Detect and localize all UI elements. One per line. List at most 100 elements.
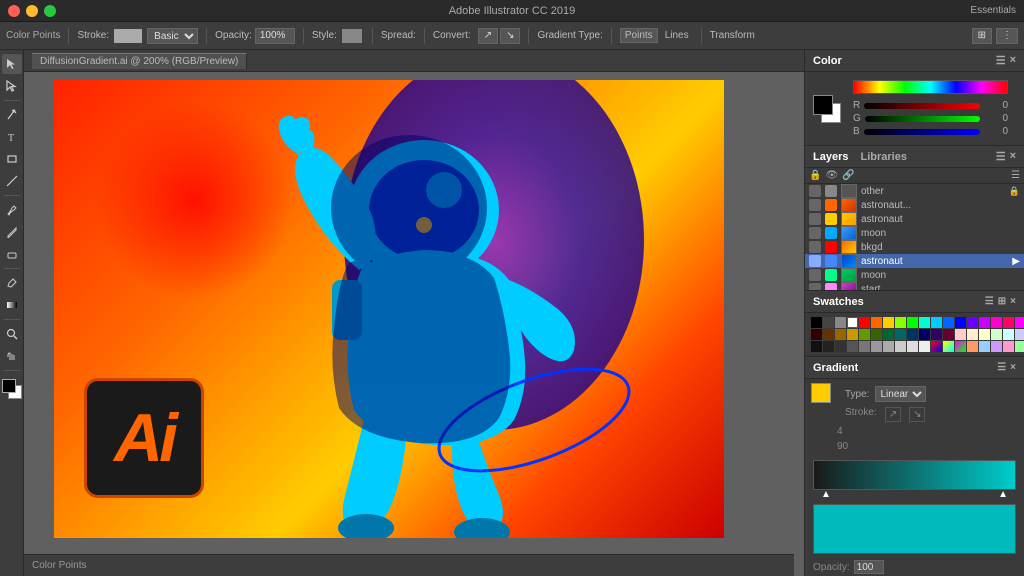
color-tab[interactable]: Color <box>813 55 842 67</box>
swatch-nearblack[interactable] <box>811 341 822 352</box>
options-button[interactable]: ⋮ <box>996 28 1018 44</box>
swatch-skyblue[interactable] <box>979 341 990 352</box>
layers-options-icon[interactable]: ☰ <box>996 150 1006 163</box>
layers-link-icon[interactable]: 🔗 <box>842 170 854 181</box>
swatch-darkred[interactable] <box>811 329 822 340</box>
fg-bg-color-swatches[interactable] <box>2 379 22 399</box>
foreground-color-swatch[interactable] <box>813 95 833 115</box>
swatches-close-icon[interactable]: × <box>1010 296 1016 307</box>
layers-menu-icon[interactable]: ☰ <box>1011 170 1020 181</box>
swatch-violet[interactable] <box>967 317 978 328</box>
swatch-olive[interactable] <box>859 329 870 340</box>
gradient-type-select[interactable]: Linear Radial <box>875 386 926 402</box>
swatch-tan[interactable] <box>835 329 846 340</box>
opacity-gradient-input[interactable] <box>854 560 884 574</box>
line-tool[interactable] <box>2 171 22 191</box>
swatch-black[interactable] <box>811 317 822 328</box>
paintbrush-tool[interactable] <box>2 200 22 220</box>
swatch-gray[interactable] <box>835 317 846 328</box>
swatch-darkgray[interactable] <box>823 317 834 328</box>
swatch-dark[interactable] <box>835 341 846 352</box>
layer-item-astronaut2[interactable]: astronaut <box>805 212 1024 226</box>
pencil-tool[interactable] <box>2 222 22 242</box>
maximize-button[interactable] <box>44 5 56 17</box>
gradient-stop-left[interactable]: ▲ <box>821 489 831 500</box>
swatch-peach[interactable] <box>967 329 978 340</box>
swatch-verylightgray[interactable] <box>895 341 906 352</box>
libraries-tab[interactable]: Libraries <box>860 151 906 163</box>
swatch-lavender[interactable] <box>1015 329 1024 340</box>
swatch-navy[interactable] <box>907 329 918 340</box>
layers-close-icon[interactable]: × <box>1010 150 1016 163</box>
swatch-cream[interactable] <box>979 329 990 340</box>
swatch-orange[interactable] <box>871 317 882 328</box>
gradient-color-preview[interactable] <box>813 504 1016 554</box>
swatch-gradient2[interactable] <box>943 341 954 352</box>
swatch-darkblue[interactable] <box>955 317 966 328</box>
swatch-lilac[interactable] <box>991 341 1002 352</box>
minimize-button[interactable] <box>26 5 38 17</box>
swatch-gradient3[interactable] <box>955 341 966 352</box>
swatch-maroon[interactable] <box>943 329 954 340</box>
style-swatch[interactable] <box>342 29 362 43</box>
panel-options-icon[interactable]: ☰ <box>996 54 1006 67</box>
gradient-color-swatch[interactable] <box>811 383 831 403</box>
swatch-gold[interactable] <box>847 329 858 340</box>
swatch-lime[interactable] <box>895 317 906 328</box>
swatch-brown[interactable] <box>823 329 834 340</box>
gradient-options-icon[interactable]: ☰ <box>997 362 1006 373</box>
gradient-bar[interactable] <box>813 460 1016 490</box>
layer-item-astronaut1[interactable]: astronaut... <box>805 198 1024 212</box>
swatch-forest[interactable] <box>883 329 894 340</box>
swatch-rose[interactable] <box>1003 317 1014 328</box>
gradient-stop-right[interactable]: ▲ <box>998 489 1008 500</box>
color-spectrum[interactable] <box>853 80 1008 94</box>
hand-tool[interactable] <box>2 346 22 366</box>
swatch-magenta[interactable] <box>1015 317 1024 328</box>
convert-btn-2[interactable]: ↘ <box>500 28 520 44</box>
fg-color-swatch[interactable] <box>2 379 16 393</box>
swatch-nearlightgray[interactable] <box>907 341 918 352</box>
layers-tab[interactable]: Layers <box>813 151 848 163</box>
stroke-swatch[interactable] <box>114 29 142 43</box>
swatch-lightpink[interactable] <box>955 329 966 340</box>
pen-tool[interactable] <box>2 105 22 125</box>
type-tool[interactable]: T <box>2 127 22 147</box>
swatch-darkteal[interactable] <box>895 329 906 340</box>
canvas-tab[interactable]: DiffusionGradient.ai @ 200% (RGB/Preview… <box>24 50 804 72</box>
swatches-grid-icon[interactable]: ⊞ <box>998 296 1006 307</box>
gradient-stroke-icon-1[interactable]: ↗ <box>885 407 901 422</box>
blue-slider[interactable] <box>864 129 980 135</box>
layer-item-moon2[interactable]: moon <box>805 268 1024 282</box>
swatch-lightgray[interactable] <box>883 341 894 352</box>
swatch-pink[interactable] <box>991 317 1002 328</box>
points-label[interactable]: Points <box>620 28 658 43</box>
swatch-lightcyan[interactable] <box>1003 329 1014 340</box>
lines-label[interactable]: Lines <box>661 29 693 42</box>
swatch-nearwhite[interactable] <box>919 341 930 352</box>
arrange-button[interactable]: ⊞ <box>972 28 992 44</box>
swatch-verydark[interactable] <box>823 341 834 352</box>
swatch-cyan[interactable] <box>931 317 942 328</box>
swatch-darkgreen[interactable] <box>871 329 882 340</box>
convert-btn-1[interactable]: ↗ <box>478 28 498 44</box>
direct-select-tool[interactable] <box>2 76 22 96</box>
fg-bg-swatches[interactable] <box>813 95 841 123</box>
swatch-palegreen[interactable] <box>1015 341 1024 352</box>
layers-visible-icon[interactable]: 👁 <box>825 170 838 181</box>
swatch-mintgreen[interactable] <box>991 329 1002 340</box>
shape-tool[interactable] <box>2 149 22 169</box>
red-slider[interactable] <box>864 103 980 109</box>
swatch-medgray[interactable] <box>847 341 858 352</box>
layer-item-start[interactable]: start <box>805 282 1024 291</box>
gradient-stroke-icon-2[interactable]: ↘ <box>909 407 925 422</box>
layers-make-icon[interactable]: 🔒 <box>809 170 821 181</box>
swatch-salmon[interactable] <box>967 341 978 352</box>
opacity-input[interactable] <box>255 28 295 44</box>
swatch-darkviolet[interactable] <box>931 329 942 340</box>
gradient-tab[interactable]: Gradient <box>813 362 858 374</box>
close-button[interactable] <box>8 5 20 17</box>
swatch-midgray[interactable] <box>859 341 870 352</box>
zoom-tool[interactable] <box>2 324 22 344</box>
swatch-blue[interactable] <box>943 317 954 328</box>
